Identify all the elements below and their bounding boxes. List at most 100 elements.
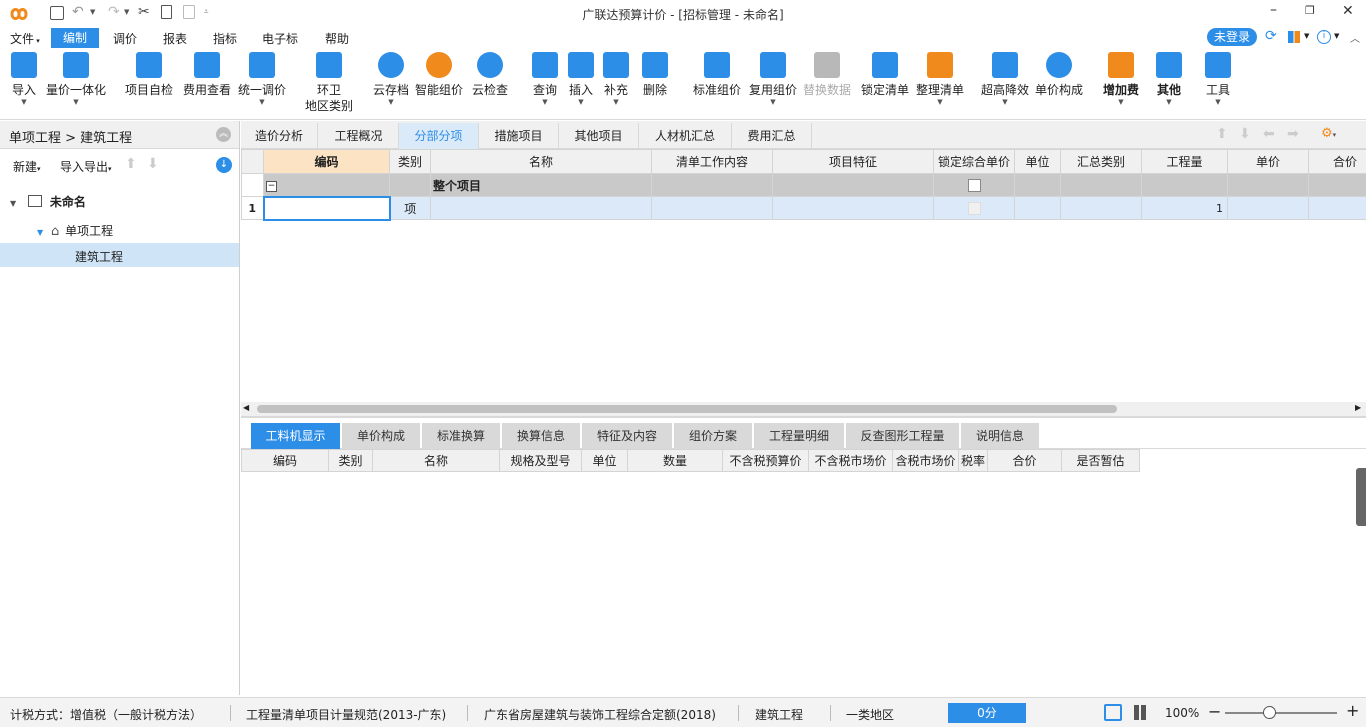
- tab-cost-analysis[interactable]: 造价分析: [241, 123, 318, 149]
- zoom-in-button[interactable]: +: [1346, 701, 1359, 720]
- col-quantity[interactable]: 工程量: [1141, 149, 1228, 174]
- bcol-spec[interactable]: 规格及型号: [499, 449, 582, 472]
- cloud-save-button[interactable]: 云存档 ▼: [372, 52, 410, 106]
- col-summary-type[interactable]: 汇总类别: [1060, 149, 1142, 174]
- other-button[interactable]: 其他 ▼: [1156, 52, 1182, 106]
- arrow-up-icon[interactable]: ⬆: [1216, 126, 1228, 142]
- fee-view-button[interactable]: 费用查看: [182, 52, 232, 98]
- apps-grid-icon[interactable]: [1288, 31, 1300, 43]
- collapse-box-icon[interactable]: −: [266, 181, 277, 193]
- price-integration-button[interactable]: 量价一体化 ▼: [44, 52, 108, 106]
- tools-button[interactable]: 工具 ▼: [1205, 52, 1231, 106]
- menu-adjust[interactable]: 调价: [113, 30, 137, 47]
- self-check-button[interactable]: 项目自检: [124, 52, 174, 98]
- cloud-check-button[interactable]: 云检查: [471, 52, 509, 98]
- download-icon[interactable]: ↓: [216, 157, 232, 173]
- menu-help[interactable]: 帮助: [325, 30, 349, 47]
- over-height-button[interactable]: 超高降效 ▼: [980, 52, 1030, 106]
- btab-features[interactable]: 特征及内容: [582, 423, 672, 449]
- scroll-thumb[interactable]: [257, 405, 1117, 413]
- close-button[interactable]: ✕: [1342, 3, 1354, 19]
- horizontal-scrollbar[interactable]: ◀ ▶: [241, 402, 1366, 416]
- arrow-down-icon[interactable]: ⬇: [1239, 126, 1251, 142]
- btab-qty-detail[interactable]: 工程量明细: [754, 423, 844, 449]
- btab-std-convert[interactable]: 标准换算: [422, 423, 500, 449]
- collapse-panel-icon[interactable]: ︽: [216, 127, 231, 142]
- apps-caret-icon[interactable]: ▼: [1304, 32, 1309, 40]
- menu-file[interactable]: 文件 ▾: [10, 30, 40, 47]
- lock-list-button[interactable]: 锁定清单: [860, 52, 910, 98]
- score-badge[interactable]: 0分: [948, 703, 1026, 723]
- table-row[interactable]: 1 项 1: [241, 195, 1366, 221]
- scroll-right-icon[interactable]: ▶: [1355, 403, 1361, 412]
- btab-convert-info[interactable]: 换算信息: [502, 423, 580, 449]
- type-cell[interactable]: 项: [389, 196, 431, 220]
- collapse-ribbon-icon[interactable]: ︿: [1350, 30, 1360, 45]
- col-code[interactable]: 编码: [263, 149, 390, 174]
- bcol-market-tax[interactable]: 含税市场价: [892, 449, 959, 472]
- col-work-content[interactable]: 清单工作内容: [651, 149, 773, 174]
- supplement-button[interactable]: 补充 ▼: [602, 52, 630, 106]
- zoom-out-button[interactable]: −: [1208, 702, 1221, 721]
- bcol-total[interactable]: 合价: [987, 449, 1062, 472]
- btab-notes[interactable]: 说明信息: [961, 423, 1039, 449]
- expand-arrow-icon[interactable]: ▼: [10, 199, 16, 208]
- restore-button[interactable]: ❐: [1305, 4, 1315, 17]
- arrow-right-icon[interactable]: ➡: [1287, 126, 1299, 142]
- move-down-icon[interactable]: ⬇: [147, 156, 159, 172]
- new-button[interactable]: 新建▾: [13, 158, 41, 175]
- sanitation-button[interactable]: 环卫 地区类别: [304, 52, 354, 114]
- col-lock-price[interactable]: 锁定综合单价: [933, 149, 1015, 174]
- move-up-icon[interactable]: ⬆: [125, 156, 137, 172]
- bcol-qty[interactable]: 数量: [627, 449, 723, 472]
- login-button[interactable]: 未登录: [1207, 28, 1257, 46]
- import-export-button[interactable]: 导入导出▾: [60, 158, 112, 175]
- col-unit[interactable]: 单位: [1014, 149, 1061, 174]
- reuse-price-button[interactable]: 复用组价 ▼: [748, 52, 798, 106]
- tab-measures[interactable]: 措施项目: [479, 123, 559, 149]
- insert-button[interactable]: 插入 ▼: [567, 52, 595, 106]
- menu-report[interactable]: 报表: [163, 30, 187, 47]
- column-settings-icon[interactable]: ⚙▾: [1321, 126, 1336, 141]
- tree-unit-project[interactable]: 建筑工程: [0, 243, 239, 267]
- lock-checkbox[interactable]: [967, 202, 981, 215]
- sync-icon[interactable]: ⟳: [1265, 28, 1277, 44]
- bcol-market-notax[interactable]: 不含税市场价: [808, 449, 893, 472]
- col-type[interactable]: 类别: [389, 149, 431, 174]
- bcol-tax-rate[interactable]: 税率: [958, 449, 988, 472]
- delete-button[interactable]: 删除: [641, 52, 669, 98]
- col-unit-price[interactable]: 单价: [1227, 149, 1309, 174]
- arrow-left-icon[interactable]: ⬅: [1263, 126, 1275, 142]
- tree-root[interactable]: ▼ 未命名: [10, 193, 238, 213]
- col-name[interactable]: 名称: [430, 149, 652, 174]
- tab-fee-summary[interactable]: 费用汇总: [732, 123, 812, 149]
- bcol-budget-notax[interactable]: 不含税预算价: [722, 449, 809, 472]
- btab-price-plan[interactable]: 组价方案: [674, 423, 752, 449]
- minimize-button[interactable]: –: [1270, 2, 1277, 18]
- normal-view-icon[interactable]: [1104, 704, 1122, 721]
- unit-price-comp-button[interactable]: 单价构成: [1034, 52, 1084, 98]
- tab-other-items[interactable]: 其他项目: [559, 123, 639, 149]
- organize-list-button[interactable]: 整理清单 ▼: [915, 52, 965, 106]
- btab-reverse-check[interactable]: 反查图形工程量: [846, 423, 959, 449]
- bottom-divider[interactable]: [241, 416, 1366, 418]
- code-cell[interactable]: [262, 195, 391, 221]
- query-button[interactable]: 查询 ▼: [531, 52, 559, 106]
- side-scroll-handle[interactable]: [1356, 468, 1366, 526]
- smart-price-button[interactable]: 智能组价: [414, 52, 464, 98]
- tab-overview[interactable]: 工程概况: [319, 123, 399, 149]
- tab-labor-material[interactable]: 人材机汇总: [639, 123, 732, 149]
- add-fee-button[interactable]: 增加费 ▼: [1102, 52, 1140, 106]
- tree-single-project[interactable]: ▼ ⌂ 单项工程: [37, 222, 237, 242]
- help-icon[interactable]: i: [1317, 30, 1331, 44]
- bcol-unit[interactable]: 单位: [581, 449, 628, 472]
- col-total[interactable]: 合价: [1308, 149, 1366, 174]
- zoom-slider-thumb[interactable]: [1263, 706, 1276, 719]
- quantity-cell[interactable]: 1: [1141, 196, 1228, 220]
- help-caret-icon[interactable]: ▼: [1334, 32, 1339, 40]
- menu-ebid[interactable]: 电子标: [262, 30, 298, 47]
- col-features[interactable]: 项目特征: [772, 149, 934, 174]
- table-row[interactable]: − 整个项目: [241, 173, 1366, 197]
- lock-checkbox[interactable]: [967, 179, 981, 192]
- replace-data-button[interactable]: 替换数据: [802, 52, 852, 98]
